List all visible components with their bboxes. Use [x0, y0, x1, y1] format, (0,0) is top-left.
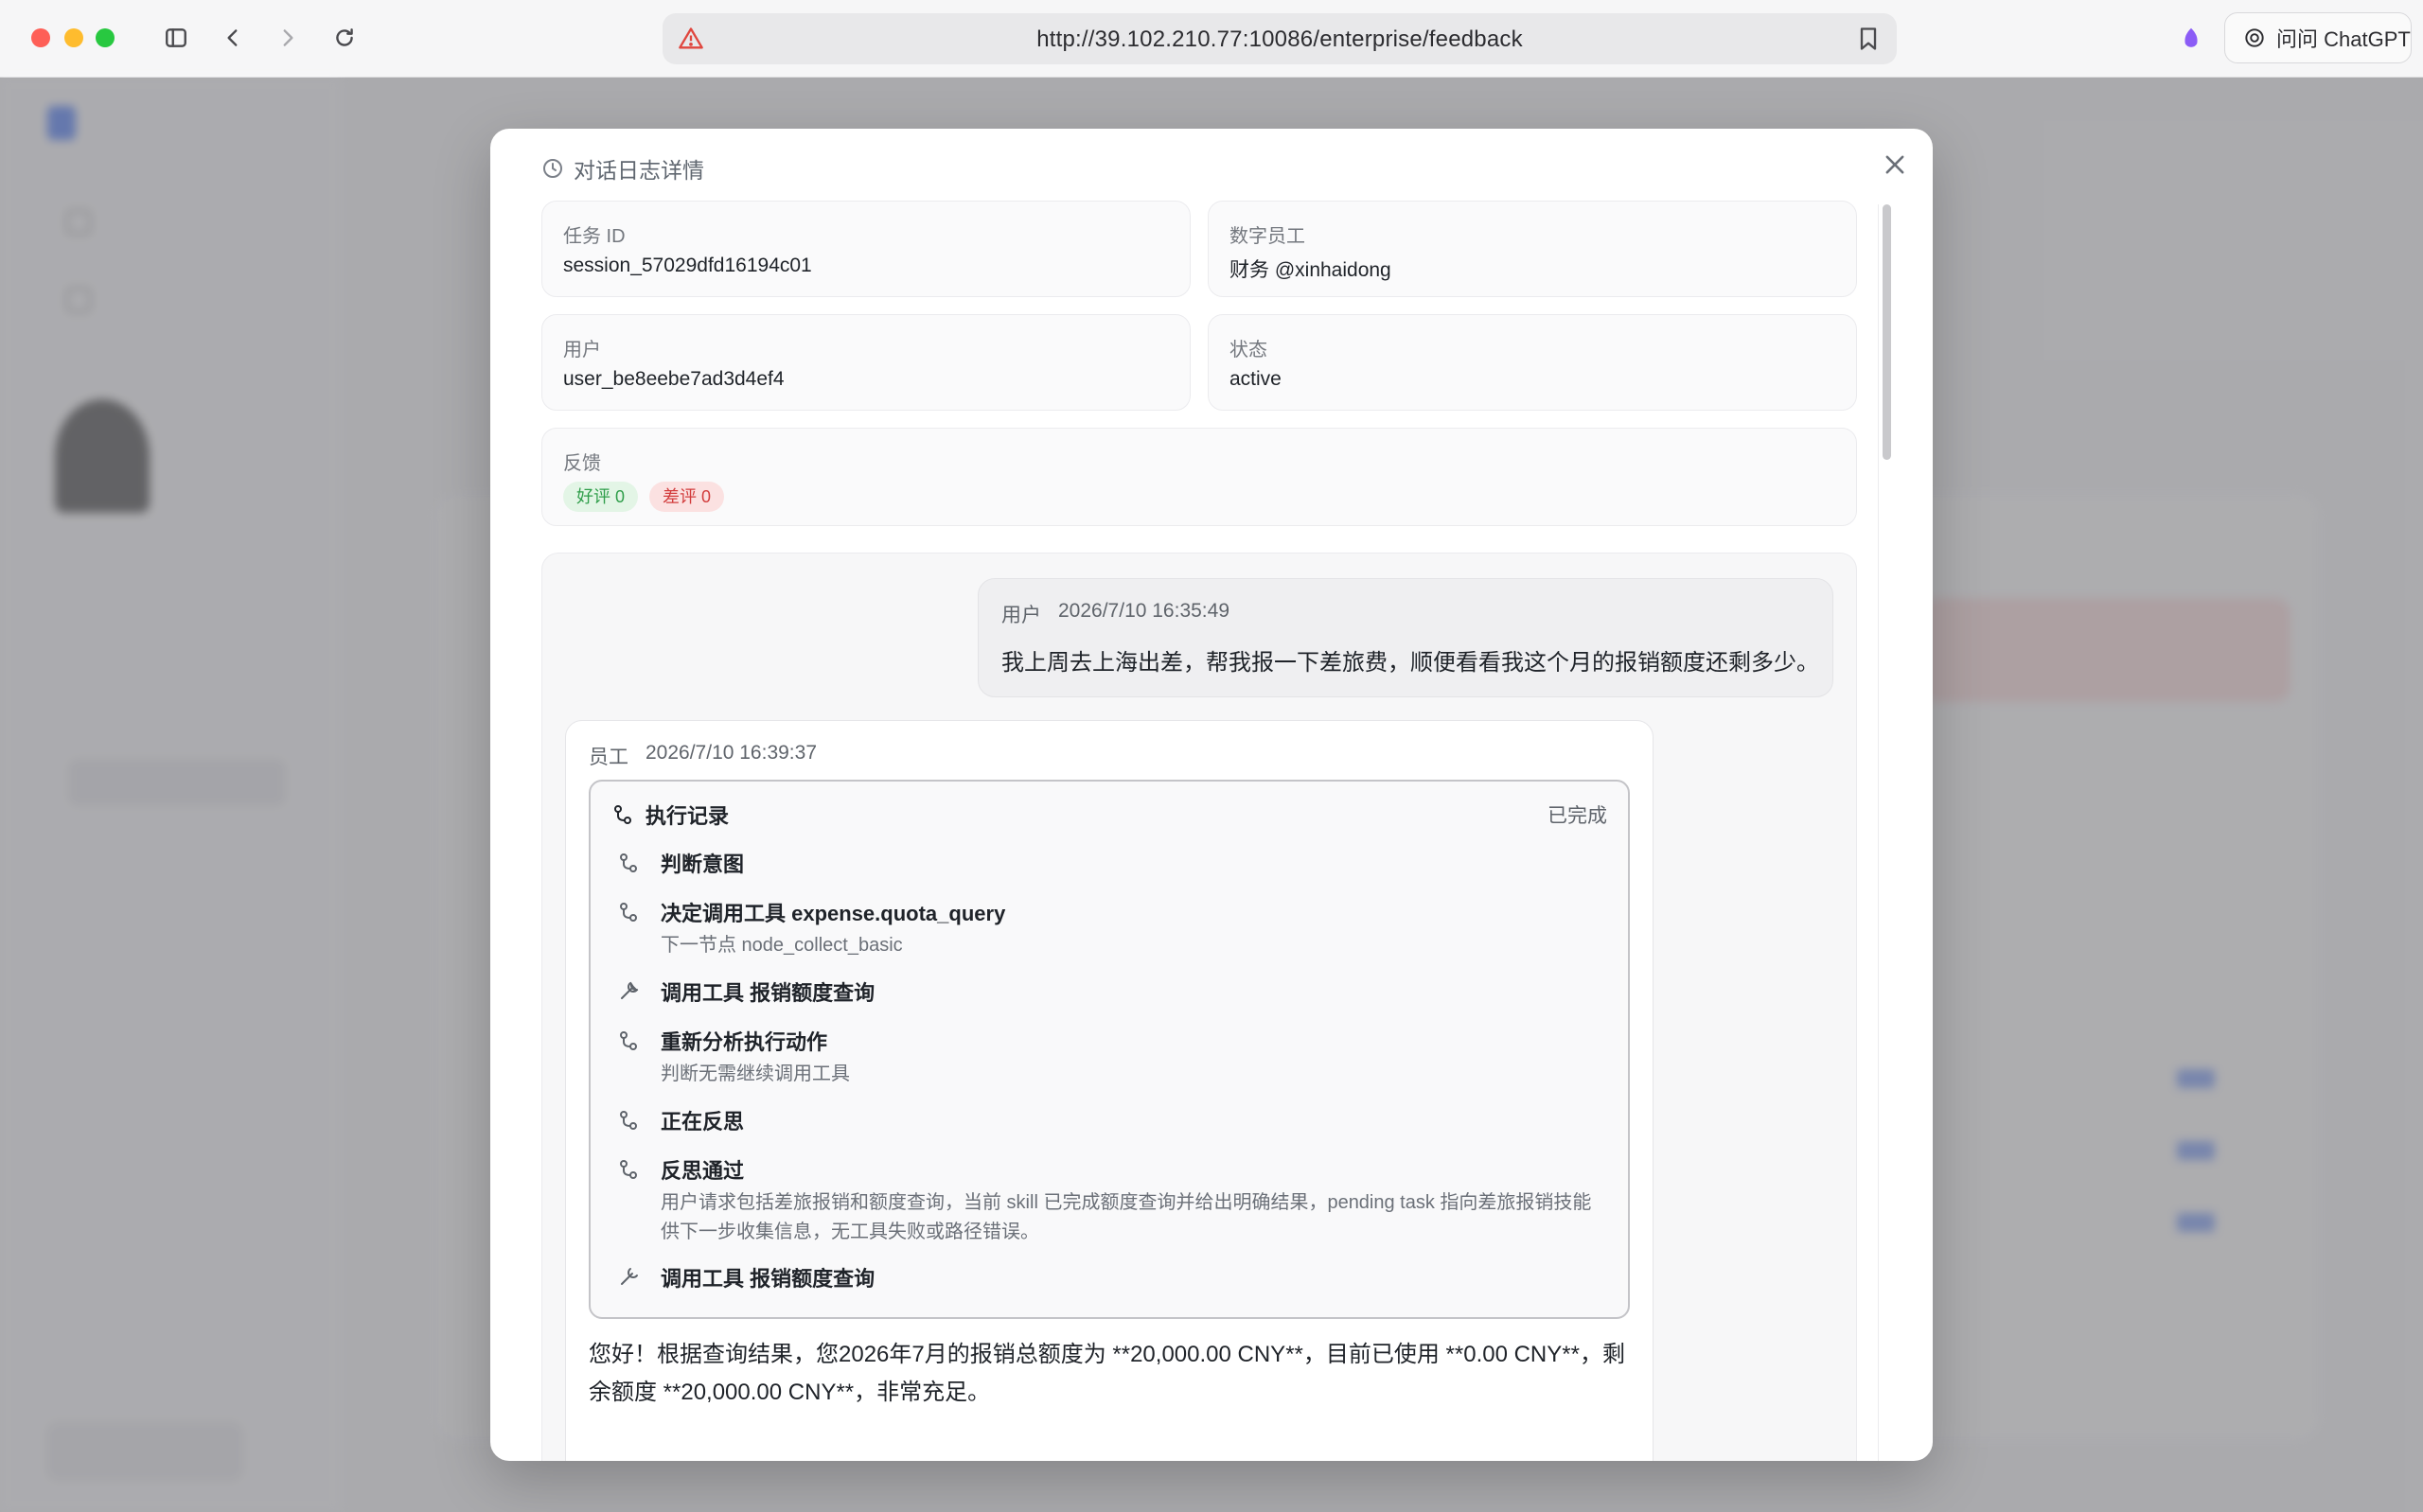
clock-icon — [543, 159, 562, 178]
feedback-badges: 好评 0 差评 0 — [563, 482, 725, 512]
conversation-panel: 用户 2026/7/10 16:35:49 我上周去上海出差，帮我报一下差旅费，… — [541, 553, 1857, 1461]
user-message: 用户 2026/7/10 16:35:49 我上周去上海出差，帮我报一下差旅费，… — [978, 578, 1833, 697]
chevron-right-icon[interactable] — [271, 21, 305, 55]
exec-step-title: 调用工具 报销额度查询 — [661, 1267, 875, 1291]
user-message-role: 用户 — [1001, 605, 1041, 626]
task-id-label: 任务 ID — [563, 226, 626, 247]
execution-record[interactable]: 执行记录 已完成 判断意图 决定调用工具 expense.quota_query… — [589, 780, 1630, 1319]
branch-icon — [617, 1109, 640, 1132]
agent-answer-text: 您好！根据查询结果，您2026年7月的报销总额度为 **20,000.00 CN… — [589, 1342, 1625, 1405]
exec-step-desc: 用户请求包括差旅报销和额度查询，当前 skill 已完成额度查询并给出明确结果，… — [661, 1192, 1592, 1242]
execution-record-status: 已完成 — [1548, 805, 1607, 827]
close-window-button[interactable] — [31, 28, 50, 47]
ask-chatgpt-label: 问问 ChatGPT — [2276, 27, 2411, 51]
agent-message-time: 2026/7/10 16:39:37 — [646, 742, 818, 764]
dialog-scroll-area[interactable]: 任务 ID session_57029dfd16194c01 数字员工 财务 @… — [541, 201, 1857, 1461]
exec-step-title: 判断意图 — [661, 853, 745, 876]
exec-step-desc: 下一节点 node_collect_basic — [661, 935, 903, 956]
user-card: 用户 user_be8eebe7ad3d4ef4 — [541, 314, 1191, 411]
execution-record-title: 执行记录 — [646, 804, 730, 828]
branch-icon — [614, 805, 631, 824]
agent-message: 员工 2026/7/10 16:39:37 执行记录 已完成 判断意图 决定调用… — [565, 720, 1654, 1461]
browser-toolbar: http://39.102.210.77:10086/enterprise/fe… — [0, 0, 2423, 78]
feedback-card: 反馈 好评 0 差评 0 — [541, 428, 1857, 526]
execution-record-header[interactable]: 执行记录 已完成 — [611, 800, 1607, 829]
url-text: http://39.102.210.77:10086/enterprise/fe… — [1036, 26, 1523, 52]
wrench-icon — [617, 1266, 640, 1289]
branch-icon — [617, 852, 640, 874]
chatgpt-icon — [2245, 28, 2264, 47]
exec-step-title: 正在反思 — [661, 1110, 745, 1134]
dialog-scrollbar[interactable] — [1878, 204, 1895, 1461]
wrench-icon — [617, 980, 640, 1003]
conversation-log-dialog: 对话日志详情 任务 ID session_57029dfd16194c01 数字… — [490, 129, 1933, 1461]
employee-value: 财务 @xinhaidong — [1229, 259, 1391, 281]
good-review-badge: 好评 0 — [563, 482, 639, 512]
task-id-value: session_57029dfd16194c01 — [563, 255, 812, 276]
bookmark-icon[interactable] — [1855, 26, 1882, 52]
chevron-left-icon[interactable] — [216, 21, 250, 55]
task-id-card: 任务 ID session_57029dfd16194c01 — [541, 201, 1191, 297]
user-message-time: 2026/7/10 16:35:49 — [1058, 600, 1230, 622]
maximize-window-button[interactable] — [96, 28, 115, 47]
status-value: active — [1229, 368, 1282, 390]
branch-icon — [617, 1158, 640, 1181]
dialog-scrollbar-thumb[interactable] — [1883, 204, 1891, 460]
employee-label: 数字员工 — [1229, 226, 1305, 247]
exec-step-desc: 判断无需继续调用工具 — [661, 1064, 850, 1084]
bad-review-badge: 差评 0 — [649, 482, 725, 512]
exec-step-title: 调用工具 报销额度查询 — [661, 981, 875, 1005]
status-card: 状态 active — [1208, 314, 1857, 411]
extension-icon[interactable] — [2177, 25, 2205, 53]
dialog-header: 对话日志详情 — [541, 151, 704, 185]
branch-icon — [617, 1029, 640, 1052]
dialog-title: 对话日志详情 — [574, 158, 704, 183]
close-icon[interactable] — [1882, 151, 1908, 178]
user-label: 用户 — [563, 340, 601, 360]
branch-icon — [617, 901, 640, 923]
sidebar-icon[interactable] — [159, 21, 193, 55]
user-message-meta: 用户 2026/7/10 16:35:49 — [1001, 600, 1229, 628]
exec-step-title: 反思通过 — [661, 1159, 745, 1183]
agent-message-role: 员工 — [589, 747, 628, 768]
status-label: 状态 — [1229, 340, 1267, 360]
feedback-label: 反馈 — [563, 453, 601, 474]
reload-icon[interactable] — [327, 21, 362, 55]
agent-message-meta: 员工 2026/7/10 16:39:37 — [589, 742, 817, 770]
address-bar[interactable]: http://39.102.210.77:10086/enterprise/fe… — [663, 13, 1897, 64]
ask-chatgpt-button[interactable]: 问问 ChatGPT — [2224, 12, 2412, 63]
minimize-window-button[interactable] — [64, 28, 83, 47]
user-message-text: 我上周去上海出差，帮我报一下差旅费，顺便看看我这个月的报销额度还剩多少。 — [1001, 650, 1819, 676]
user-value: user_be8eebe7ad3d4ef4 — [563, 368, 785, 390]
employee-card: 数字员工 财务 @xinhaidong — [1208, 201, 1857, 297]
exec-step-title: 重新分析执行动作 — [661, 1030, 828, 1054]
exec-step-title: 决定调用工具 expense.quota_query — [661, 902, 1006, 925]
